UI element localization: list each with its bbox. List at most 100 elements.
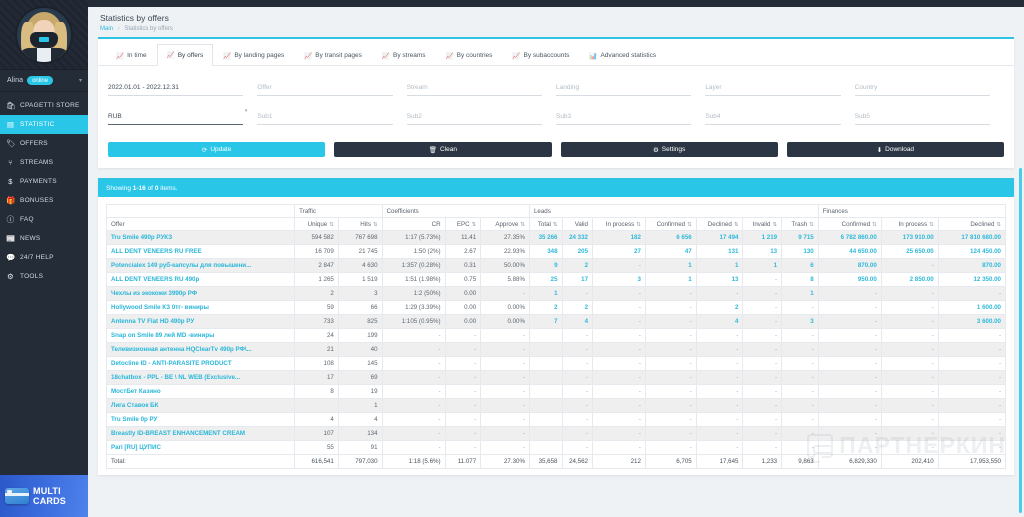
sidebar-item-tools[interactable]: ⚙ TOOLS <box>0 267 88 286</box>
sub2-input[interactable] <box>406 110 542 125</box>
offer-input[interactable] <box>257 81 393 96</box>
column-header-in-process-8[interactable]: In process ⇅ <box>592 217 646 231</box>
sidebar-item-statistic[interactable]: ▤ STATISTIC <box>0 115 88 134</box>
landing-input[interactable] <box>555 81 692 96</box>
sort-icon[interactable]: ⇅ <box>809 222 814 228</box>
column-header-confirmed-9[interactable]: Confirmed ⇅ <box>644 217 697 231</box>
sub4-input[interactable] <box>705 110 841 125</box>
tab-by-offers[interactable]: 📈 By offers <box>156 44 214 66</box>
sort-icon[interactable]: ⇅ <box>687 222 692 228</box>
column-header-label: In process <box>605 220 635 228</box>
promo-banner-multicards[interactable]: MULTI CARDS <box>0 475 88 517</box>
tab-label: By landing pages <box>234 52 285 59</box>
table-cell: - <box>695 412 744 427</box>
table-cell <box>528 356 563 371</box>
sort-icon[interactable]: ⇅ <box>472 222 477 228</box>
offer-link[interactable]: Hollywood Smile КЗ 0тг- виниры <box>111 304 209 311</box>
update-button[interactable]: ⟳ Update <box>108 142 326 157</box>
sort-icon[interactable]: ⇅ <box>773 222 778 228</box>
offer-link[interactable]: Лига Ставок БК <box>111 402 158 409</box>
table-cell: 0.75 <box>444 272 482 287</box>
offer-link[interactable]: ALL DENT VENEERS RU 490p <box>111 276 199 283</box>
sidebar-item-streams[interactable]: ⑂ STREAMS <box>0 153 88 172</box>
offer-link[interactable]: Tru Smile 0p РУ <box>111 416 157 423</box>
tab-by-transit-pages[interactable]: 📈 By transit pages <box>294 44 372 66</box>
sort-icon[interactable]: ⇅ <box>929 222 934 228</box>
offer-cell: Antenna TV Flat HD 490p РУ <box>105 314 296 329</box>
sidebar-item-payments[interactable]: $ PAYMENTS <box>0 172 88 191</box>
column-header-declined-15[interactable]: Declined ⇅ <box>937 217 1007 231</box>
column-header-trash-12[interactable]: Trash ⇅ <box>781 217 819 231</box>
offer-link[interactable]: 18chatbox - PPL - BE \ NL WEB (Exclusive… <box>111 374 240 381</box>
breadcrumb-home[interactable]: Main <box>100 26 113 32</box>
tab-in-time[interactable]: 📈 In time <box>106 44 157 66</box>
clean-button[interactable]: 🗑 Clean <box>334 142 552 157</box>
tab-by-landing-pages[interactable]: 📈 By landing pages <box>213 44 294 66</box>
column-header-declined-10[interactable]: Declined ⇅ <box>695 217 744 231</box>
sort-icon[interactable]: ⇅ <box>520 222 525 228</box>
stream-input[interactable] <box>406 81 542 96</box>
sub5-input[interactable] <box>854 110 990 125</box>
news-icon: 📰 <box>6 234 16 243</box>
column-header-unique-1[interactable]: Unique ⇅ <box>294 217 339 231</box>
table-cell: 131 <box>695 244 744 259</box>
tab-by-subaccounts[interactable]: 📈 By subaccounts <box>502 44 579 66</box>
sidebar-item-offers[interactable]: 🏷 OFFERS <box>0 134 88 153</box>
offer-link[interactable]: МостБет Казино <box>111 388 161 395</box>
sort-icon[interactable]: ⇅ <box>872 222 877 228</box>
user-menu[interactable]: Alina online ▾ <box>0 70 88 92</box>
column-header-approve-5[interactable]: Approve ⇅ <box>480 217 530 231</box>
sort-icon[interactable]: ⇅ <box>553 222 558 228</box>
offer-link[interactable]: Snap on Smile 89 лей MD -виниры <box>111 332 214 339</box>
download-button[interactable]: ⬇ Download <box>786 142 1004 157</box>
sub3-input[interactable] <box>555 110 692 125</box>
sort-icon[interactable]: ⇅ <box>329 222 334 228</box>
sidebar-item-bonuses[interactable]: 🎁 BONUSES <box>0 191 88 210</box>
sub1-input[interactable] <box>257 110 393 125</box>
offer-link[interactable]: Potencialex 149 руб-капсулы для повышени… <box>111 262 251 269</box>
table-cell: - <box>561 426 594 441</box>
sidebar-item-news[interactable]: 📰 NEWS <box>0 229 88 248</box>
currency-select[interactable] <box>108 110 244 125</box>
column-header-in-process-14[interactable]: In process ⇅ <box>880 217 939 231</box>
offer-link[interactable]: ALL DENT VENEERS RU FREE <box>111 248 202 255</box>
tab-advanced-statistics[interactable]: 📊 Advanced statistics <box>579 44 666 66</box>
vertical-scrollbar[interactable] <box>1019 168 1022 513</box>
offer-link[interactable]: Breastly ID-BREAST ENHANCEMENT CREAM <box>111 430 245 437</box>
settings-button[interactable]: ⚙ Settings <box>560 142 778 157</box>
chart-icon: 📈 <box>223 52 232 60</box>
column-header-epc-4[interactable]: EPC ⇅ <box>444 217 482 231</box>
table-cell: 47 <box>644 244 697 259</box>
column-header-invalid-11[interactable]: Invalid ⇅ <box>742 217 783 231</box>
offer-link[interactable]: Телевизионная антенна HQClearTv 490p РФ\… <box>111 346 252 353</box>
sort-icon[interactable]: ⇅ <box>373 222 378 228</box>
sidebar-item-help[interactable]: 💬 24/7 HELP <box>0 248 88 267</box>
sidebar-item-cpagetti-store[interactable]: 🛍 CPAGETTI STORE <box>0 96 88 115</box>
total-cell: 1:18 (5.6%) <box>381 454 446 469</box>
sort-icon[interactable]: ⇅ <box>636 222 641 228</box>
table-cell: - <box>644 342 697 357</box>
sort-icon[interactable]: ⇅ <box>734 222 739 228</box>
column-header-label: Trash <box>791 220 808 228</box>
date-range-input[interactable] <box>108 81 244 96</box>
column-header-label: Declined <box>707 220 732 228</box>
column-header-hits-2[interactable]: Hits ⇅ <box>337 217 383 231</box>
offer-link[interactable]: Antenna TV Flat HD 490p РУ <box>111 318 194 325</box>
sidebar-item-faq[interactable]: ⓘ FAQ <box>0 210 88 229</box>
offer-link[interactable]: Detocline ID - ANTI-PARASITE PRODUCT <box>111 360 232 367</box>
column-header-confirmed-13[interactable]: Confirmed ⇅ <box>817 217 882 231</box>
offer-link[interactable]: Чехлы из экокожи 3990р РФ <box>111 290 197 297</box>
column-header-total-6[interactable]: Total ⇅ <box>528 217 563 231</box>
table-cell <box>528 384 563 399</box>
tab-by-streams[interactable]: 📈 By streams <box>372 44 436 66</box>
country-input[interactable] <box>854 81 990 96</box>
table-cell: 24 <box>294 328 339 343</box>
layer-input[interactable] <box>705 81 841 96</box>
offer-link[interactable]: Tru Smile 490p РУКЗ <box>111 234 172 241</box>
table-cell: - <box>644 300 697 315</box>
table-cell: - <box>937 426 1007 441</box>
sort-icon[interactable]: ⇅ <box>996 222 1001 228</box>
tab-by-countries[interactable]: 📈 By countries <box>436 44 503 66</box>
offer-link[interactable]: Pari [RU] ЦУПИС <box>111 444 161 451</box>
table-cell: - <box>592 370 646 385</box>
